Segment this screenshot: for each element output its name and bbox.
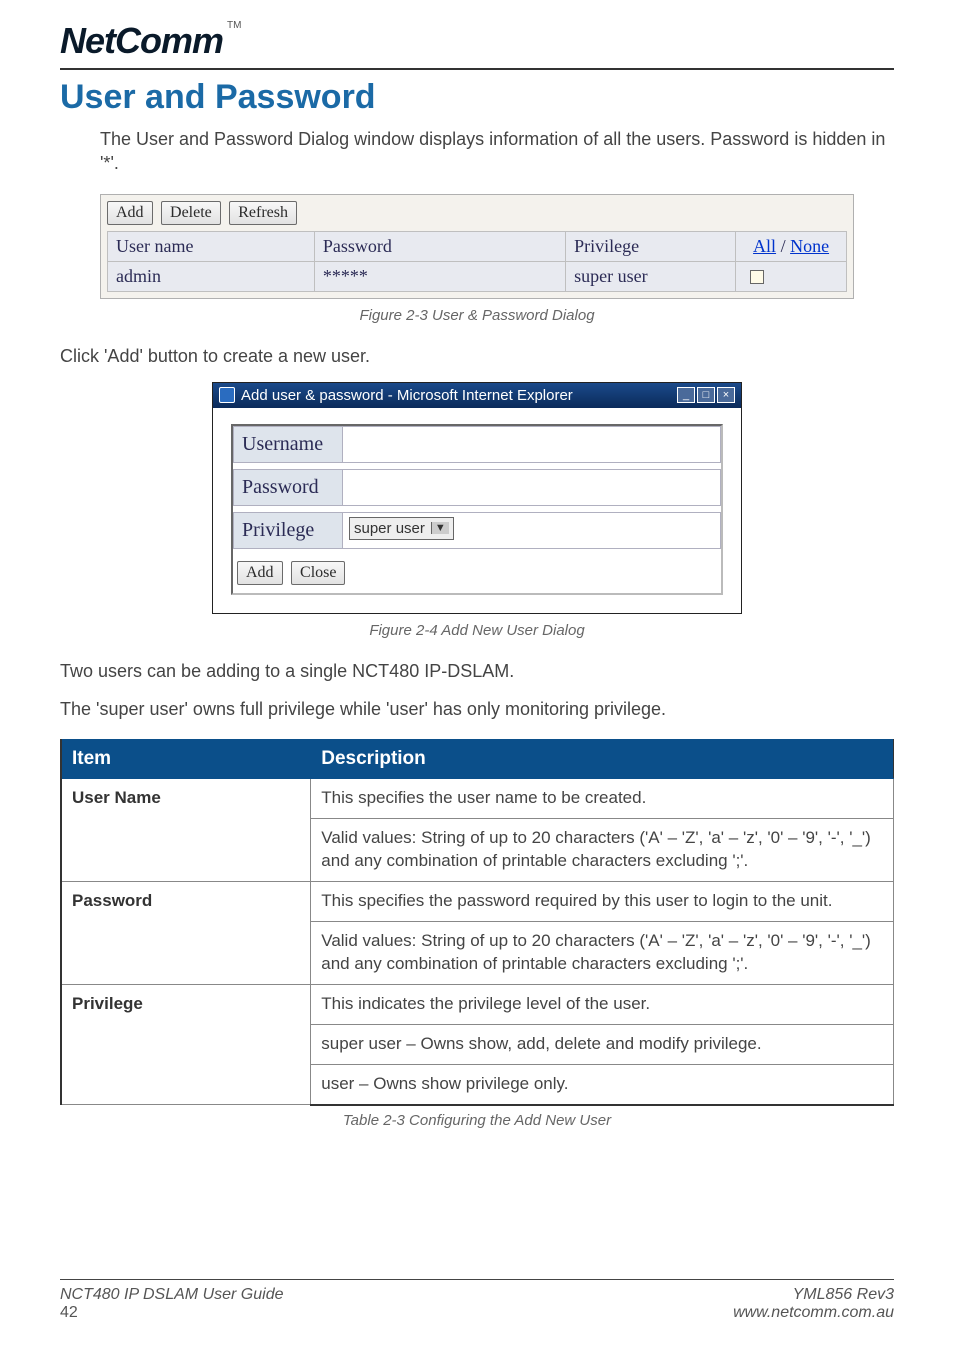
dialog-title: Add user & password - Microsoft Internet… xyxy=(241,387,573,404)
cell-desc: This indicates the privilege level of th… xyxy=(311,985,894,1025)
add-button[interactable]: Add xyxy=(107,201,153,225)
figure-caption-2: Figure 2-4 Add New User Dialog xyxy=(60,622,894,639)
refresh-button[interactable]: Refresh xyxy=(229,201,297,225)
password-input[interactable] xyxy=(343,469,721,506)
table-row: admin ***** super user xyxy=(108,261,847,291)
ie-icon xyxy=(219,387,235,403)
col-password: Password xyxy=(314,231,565,261)
col-username: User name xyxy=(108,231,315,261)
footer-revision: YML856 Rev3 xyxy=(733,1286,894,1304)
select-all-link[interactable]: All xyxy=(753,236,776,256)
cell-item: Password xyxy=(61,882,311,985)
cell-desc: user – Owns show privilege only. xyxy=(311,1064,894,1104)
table-row: Privilege This indicates the privilege l… xyxy=(61,985,894,1025)
cell-privilege: super user xyxy=(566,261,736,291)
description-table: Item Description User Name This specifie… xyxy=(60,739,894,1105)
cell-password: ***** xyxy=(314,261,565,291)
click-add-text: Click 'Add' button to create a new user. xyxy=(60,344,894,368)
brand-logo: NetComm TM xyxy=(60,20,894,68)
cell-checkbox xyxy=(736,261,847,291)
cell-username: admin xyxy=(108,261,315,291)
header-rule xyxy=(60,68,894,70)
page-title: User and Password xyxy=(60,78,894,117)
delete-button[interactable]: Delete xyxy=(161,201,221,225)
cell-desc: super user – Owns show, add, delete and … xyxy=(311,1025,894,1065)
footer-page-number: 42 xyxy=(60,1304,283,1322)
select-none-link[interactable]: None xyxy=(790,236,829,256)
cell-desc: This specifies the user name to be creat… xyxy=(311,779,894,819)
minimize-button[interactable]: _ xyxy=(677,387,695,403)
col-select-all-none: All / None xyxy=(736,231,847,261)
cell-desc: Valid values: String of up to 20 charact… xyxy=(311,922,894,985)
user-password-dialog: Add Delete Refresh User name Password Pr… xyxy=(100,194,854,299)
table-caption: Table 2-3 Configuring the Add New User xyxy=(60,1112,894,1129)
footer-url: www.netcomm.com.au xyxy=(733,1304,894,1322)
col-privilege: Privilege xyxy=(566,231,736,261)
dialog-add-button[interactable]: Add xyxy=(237,561,283,585)
cell-desc: Valid values: String of up to 20 charact… xyxy=(311,819,894,882)
footer-guide-title: NCT480 IP DSLAM User Guide xyxy=(60,1286,283,1304)
table-row: User Name This specifies the user name t… xyxy=(61,779,894,819)
th-item: Item xyxy=(61,740,311,779)
close-window-button[interactable]: × xyxy=(717,387,735,403)
cell-desc: This specifies the password required by … xyxy=(311,882,894,922)
dialog-titlebar: Add user & password - Microsoft Internet… xyxy=(213,383,741,408)
label-username: Username xyxy=(233,426,343,463)
paragraph-two-users: Two users can be adding to a single NCT4… xyxy=(60,659,894,683)
user-table: User name Password Privilege All / None … xyxy=(107,231,847,292)
label-privilege: Privilege xyxy=(233,512,343,549)
row-checkbox[interactable] xyxy=(750,270,764,284)
cell-item: User Name xyxy=(61,779,311,882)
label-password: Password xyxy=(233,469,343,506)
maximize-button[interactable]: □ xyxy=(697,387,715,403)
add-user-dialog: Add user & password - Microsoft Internet… xyxy=(212,382,742,614)
paragraph-privilege: The 'super user' owns full privilege whi… xyxy=(60,697,894,721)
privilege-select[interactable]: super user ▼ xyxy=(349,517,454,540)
table-row: Password This specifies the password req… xyxy=(61,882,894,922)
figure-caption-1: Figure 2-3 User & Password Dialog xyxy=(60,307,894,324)
page-footer: NCT480 IP DSLAM User Guide 42 YML856 Rev… xyxy=(60,1279,894,1322)
privilege-cell: super user ▼ xyxy=(343,512,721,549)
table-header-row: User name Password Privilege All / None xyxy=(108,231,847,261)
privilege-select-value: super user xyxy=(354,520,425,537)
intro-paragraph: The User and Password Dialog window disp… xyxy=(100,127,894,176)
cell-item: Privilege xyxy=(61,985,311,1105)
logo-text: NetComm xyxy=(60,20,223,62)
chevron-down-icon: ▼ xyxy=(431,522,449,534)
username-input[interactable] xyxy=(343,426,721,463)
dialog-close-button[interactable]: Close xyxy=(291,561,345,585)
logo-tm: TM xyxy=(227,20,241,31)
th-description: Description xyxy=(311,740,894,779)
